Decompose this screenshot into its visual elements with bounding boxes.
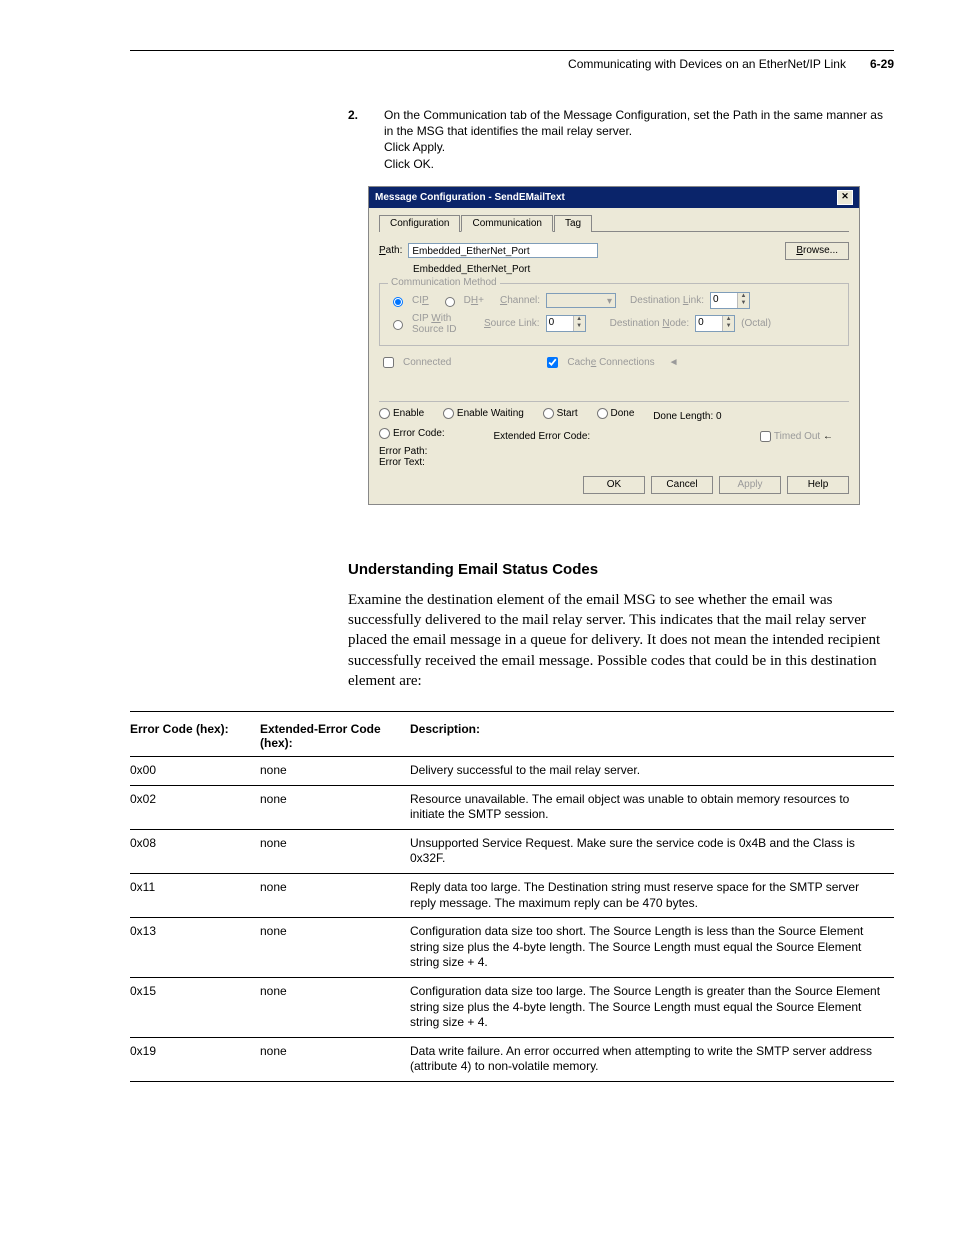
cancel-button[interactable]: Cancel [651,476,713,494]
dest-link-label: Destination Link: [630,295,704,306]
path-field[interactable]: Embedded_EtherNet_Port [408,243,598,258]
step-text: On the Communication tab of the Message … [384,107,894,172]
timed-out-checkbox[interactable] [760,431,771,442]
status-enable: Enable [379,408,424,419]
source-link-spinner[interactable]: 0 ▲▼ [546,315,586,332]
help-button[interactable]: Help [787,476,849,494]
header-page-number: 6-29 [870,57,894,71]
status-error-code: Error Code: [379,428,445,439]
step-line-2: Click Apply. [384,139,894,155]
error-path: Error Path: [379,446,849,457]
status-start: Start [543,408,578,419]
table-row: 0x13 none Configuration data size too sh… [130,918,894,978]
source-link-label: Source Link: [484,318,540,329]
step-number: 2. [348,107,384,172]
section-heading: Understanding Email Status Codes [348,561,894,578]
tab-tag[interactable]: Tag [554,215,592,232]
octal-label: (Octal) [741,318,771,329]
connected-label: Connected [403,357,451,368]
status-done: Done [597,408,635,419]
dialog-titlebar: Message Configuration - SendEMailText ✕ [369,187,859,208]
status-ext-error-code: Extended Error Code: [493,431,590,442]
message-configuration-dialog: Message Configuration - SendEMailText ✕ … [368,186,860,505]
table-row: 0x15 none Configuration data size too la… [130,977,894,1037]
done-length: Done Length: 0 [653,411,721,422]
body-paragraph: Examine the destination element of the e… [348,590,894,691]
dialog-button-row: OK Cancel Apply Help [379,476,849,494]
cache-checkbox[interactable] [547,357,558,368]
timed-out: Timed Out ← [756,428,833,445]
header-title: Communicating with Devices on an EtherNe… [568,57,846,71]
table-header-ext: Extended-Error Code (hex): [260,712,410,757]
header-rule [130,50,894,51]
error-code-table: Error Code (hex): Extended-Error Code (h… [130,711,894,1082]
cip-source-radio[interactable] [393,320,403,330]
group-title: Communication Method [388,277,500,288]
connected-checkbox[interactable] [383,357,394,368]
tab-communication[interactable]: Communication [461,215,552,232]
cip-label: CIP [412,295,429,306]
close-icon[interactable]: ✕ [837,190,853,205]
table-header-desc: Description: [410,712,894,757]
page-header: Communicating with Devices on an EtherNe… [130,57,894,71]
status-panel: Enable Enable Waiting Start Done Done Le… [379,401,849,468]
dest-link-spinner[interactable]: 0 ▲▼ [710,292,750,309]
table-row: 0x11 none Reply data too large. The Dest… [130,873,894,917]
tab-bar: Configuration Communication Tag [379,214,849,232]
apply-button[interactable]: Apply [719,476,781,494]
channel-label: Channel: [500,295,540,306]
table-row: 0x00 none Delivery successful to the mai… [130,757,894,786]
dest-node-label: Destination Node: [610,318,690,329]
tab-configuration[interactable]: Configuration [379,215,460,232]
cache-label: Cache Connections [567,357,654,368]
table-header-code: Error Code (hex): [130,712,260,757]
step-line-1: On the Communication tab of the Message … [384,107,894,139]
instruction-step: 2. On the Communication tab of the Messa… [348,107,894,172]
dhplus-label: DH+ [464,295,484,306]
browse-button[interactable]: Browse... [785,242,849,260]
error-text: Error Text: [379,457,849,468]
table-row: 0x08 none Unsupported Service Request. M… [130,829,894,873]
path-label: Path: [379,245,402,256]
table-row: 0x19 none Data write failure. An error o… [130,1037,894,1081]
ok-button[interactable]: OK [583,476,645,494]
communication-method-group: Communication Method CIP DH+ Channel: ▾ … [379,283,849,346]
path-echo: Embedded_EtherNet_Port [413,264,530,275]
status-enable-waiting: Enable Waiting [443,408,524,419]
step-line-3: Click OK. [384,156,894,172]
dest-node-spinner[interactable]: 0 ▲▼ [695,315,735,332]
dhplus-radio[interactable] [445,297,455,307]
channel-dropdown[interactable]: ▾ [546,293,616,308]
cip-radio[interactable] [393,297,403,307]
cip-source-label: CIP WithSource ID [412,313,462,335]
cache-arrow-icon: ◄ [669,357,679,368]
table-row: 0x02 none Resource unavailable. The emai… [130,785,894,829]
dialog-title-text: Message Configuration - SendEMailText [375,192,565,203]
